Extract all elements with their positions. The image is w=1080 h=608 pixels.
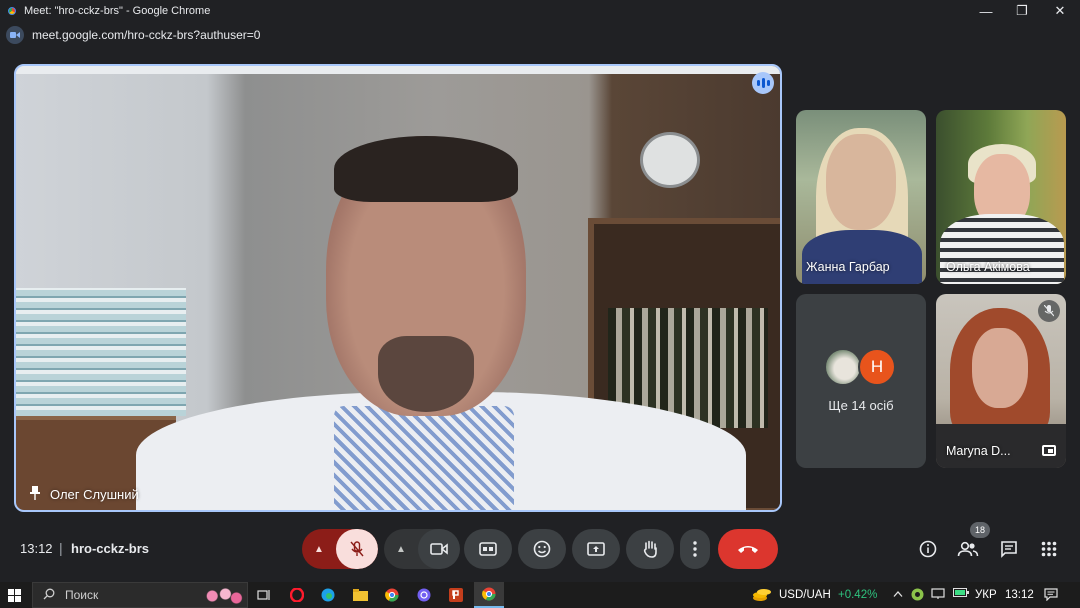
main-speaker-name: Олег Слушний <box>50 487 139 502</box>
mic-off-button[interactable] <box>336 529 378 569</box>
participant-name: Ольга Акімова <box>946 260 1030 274</box>
search-placeholder: Поиск <box>65 588 99 602</box>
more-participants-tile[interactable]: H Ще 14 осіб <box>796 294 926 468</box>
participant-name: Жанна Гарбар <box>806 260 890 274</box>
currency-coins-icon <box>752 588 772 605</box>
windows-start-icon[interactable] <box>8 589 21 602</box>
participant-face-image <box>972 328 1028 408</box>
info-icon <box>919 540 937 558</box>
url-text[interactable]: meet.google.com/hro-cckz-brs?authuser=0 <box>32 28 260 42</box>
participant-tile[interactable]: Жанна Гарбар <box>796 110 926 284</box>
chrome-active-icon <box>482 587 496 601</box>
currency-change: +0.42% <box>838 589 878 601</box>
meeting-code: hro-cckz-brs <box>71 541 150 556</box>
taskbar-search[interactable]: Поиск <box>32 582 248 608</box>
picture-in-picture-icon[interactable] <box>1042 445 1056 456</box>
notifications-icon[interactable] <box>1044 588 1058 604</box>
raise-hand-button[interactable] <box>626 529 674 569</box>
reactions-button[interactable] <box>518 529 566 569</box>
task-view-icon[interactable] <box>254 585 274 605</box>
chrome-active-window-tab[interactable] <box>474 582 504 608</box>
chrome-logo-icon <box>6 5 18 17</box>
powerpoint-icon[interactable] <box>446 585 466 605</box>
participant-clothing-image <box>802 230 922 284</box>
viber-icon[interactable] <box>414 585 434 605</box>
battery-icon[interactable] <box>953 588 969 600</box>
meeting-stage: Олег Слушний Жанна Гарбар Ольга Акімова … <box>0 48 1080 516</box>
meeting-controls-bar: 13:12 | hro-cckz-brs ▲ ▲ 18 <box>0 516 1080 582</box>
hand-icon <box>643 540 657 558</box>
file-explorer-icon[interactable] <box>350 585 370 605</box>
search-highlight-image <box>199 586 243 606</box>
more-vert-icon <box>693 541 697 557</box>
participant-face-image <box>826 134 896 230</box>
audio-settings-chevron-icon[interactable]: ▲ <box>302 529 336 569</box>
speaker-beard-image <box>378 336 474 412</box>
speaker-hair-image <box>334 136 518 202</box>
video-wall <box>16 66 780 74</box>
present-screen-button[interactable] <box>572 529 620 569</box>
chat-button[interactable] <box>997 537 1021 561</box>
show-hidden-icons-chevron-icon[interactable] <box>893 588 903 600</box>
captions-button[interactable] <box>464 529 512 569</box>
main-speaker-label: Олег Слушний <box>30 486 139 503</box>
more-options-button[interactable] <box>680 529 710 569</box>
chrome-taskbar-icon[interactable] <box>382 585 402 605</box>
divider: | <box>59 540 63 556</box>
windows-taskbar: Поиск USD/UAH +0.42% УКР 13:12 <box>0 582 1080 608</box>
participant-tile[interactable]: Marуna D... <box>936 294 1066 468</box>
meeting-details-button[interactable] <box>916 537 940 561</box>
edge-icon[interactable] <box>318 585 338 605</box>
end-call-icon <box>738 546 758 553</box>
window-title: Meet: "hro-cckz-brs" - Google Chrome <box>24 5 211 17</box>
people-button[interactable] <box>956 537 980 561</box>
people-icon <box>957 541 979 557</box>
video-settings-chevron-icon[interactable]: ▲ <box>384 529 418 569</box>
meet-camera-icon[interactable] <box>6 26 24 44</box>
microphone-control: ▲ <box>302 529 378 569</box>
chrome-title-bar: Meet: "hro-cckz-brs" - Google Chrome <box>0 0 1080 22</box>
participant-name: Marуna D... <box>946 444 1011 458</box>
leave-call-button[interactable] <box>718 529 778 569</box>
address-bar[interactable]: meet.google.com/hro-cckz-brs?authuser=0 <box>0 22 1080 48</box>
pin-icon[interactable] <box>30 486 40 503</box>
participant-avatars: H <box>824 348 896 386</box>
opera-icon[interactable] <box>287 585 307 605</box>
maximize-button[interactable]: ❐ <box>1002 0 1042 22</box>
closed-captions-icon <box>479 542 497 556</box>
camera-control: ▲ <box>384 529 460 569</box>
present-screen-icon <box>587 542 605 556</box>
audio-level-icon <box>752 72 774 94</box>
input-language[interactable]: УКР <box>975 589 997 601</box>
avatar-letter: H <box>858 348 896 386</box>
currency-pair[interactable]: USD/UAH <box>779 589 831 601</box>
emoji-icon <box>533 540 551 558</box>
avatar <box>824 348 862 386</box>
wall-clock-image <box>640 132 700 188</box>
main-speaker-video[interactable]: Олег Слушний <box>14 64 782 512</box>
paper-stack-image <box>16 288 186 416</box>
chat-icon <box>1001 541 1017 558</box>
taskbar-clock[interactable]: 13:12 <box>1005 589 1034 601</box>
mic-off-icon <box>1038 300 1060 322</box>
app-tray-icon[interactable] <box>911 588 924 604</box>
search-icon <box>43 588 55 603</box>
close-window-button[interactable]: ✕ <box>1040 0 1080 22</box>
more-participants-label: Ще 14 осіб <box>828 398 894 413</box>
participant-count-badge: 18 <box>970 522 990 538</box>
participant-tile[interactable]: Ольга Акімова <box>936 110 1066 284</box>
apps-grid-icon <box>1041 541 1057 557</box>
network-icon[interactable] <box>931 588 945 603</box>
activities-button[interactable] <box>1037 537 1061 561</box>
camera-button[interactable] <box>418 529 460 569</box>
meeting-clock: 13:12 <box>20 541 53 556</box>
shirt-embroidery-image <box>334 406 514 510</box>
minimize-button[interactable]: — <box>966 0 1006 22</box>
